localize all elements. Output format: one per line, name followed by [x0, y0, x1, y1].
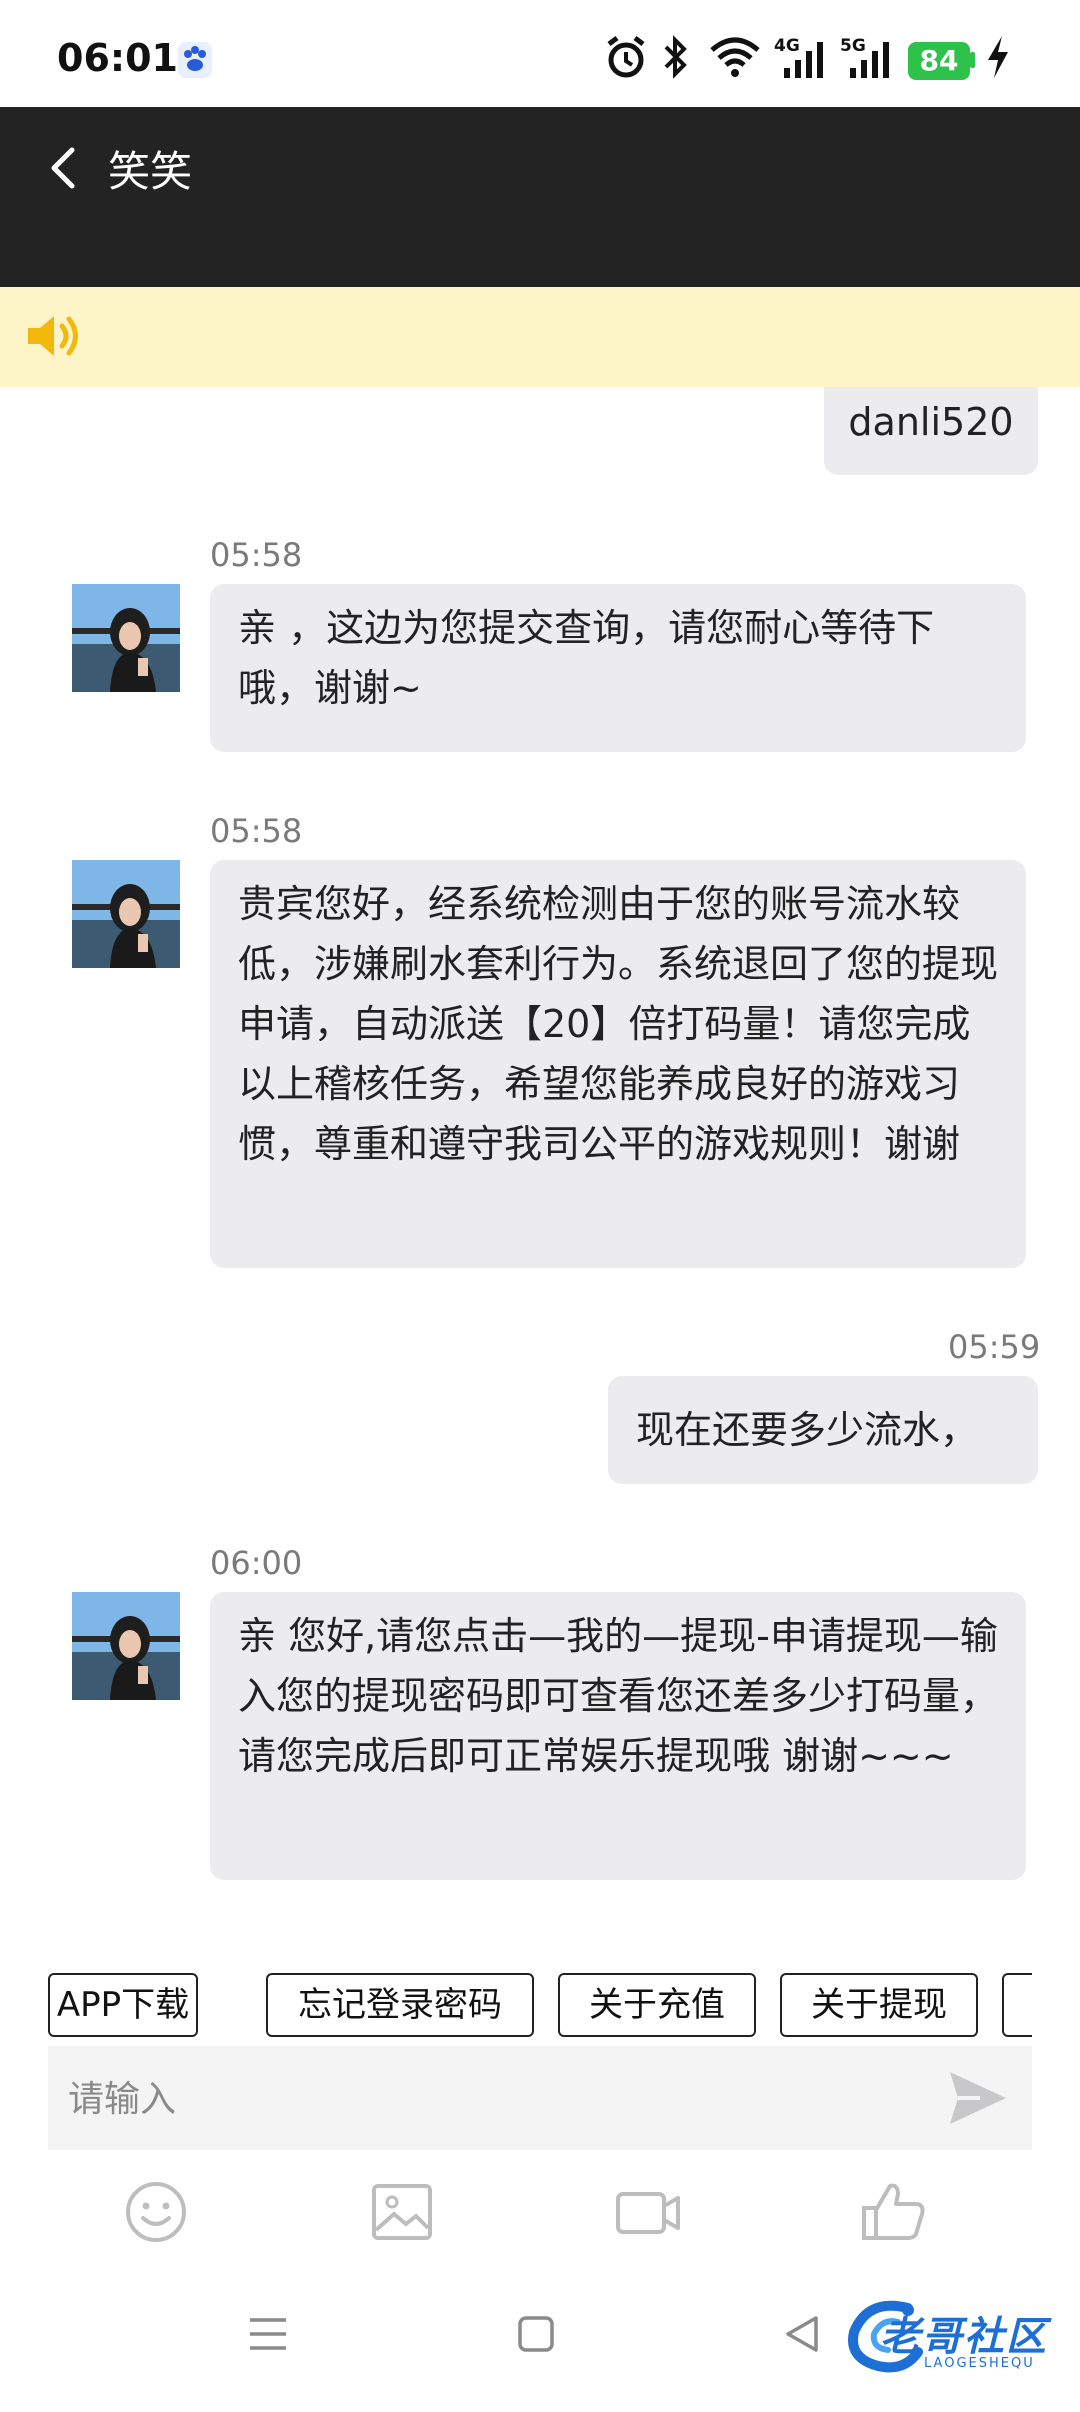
signal-4g-icon: [784, 42, 823, 78]
chat-title: 笑笑: [108, 147, 193, 196]
watermark-subtext: LAOGESHEQU: [924, 2356, 1035, 2371]
charging-icon: [988, 36, 1008, 78]
message-time: 06:00: [210, 1544, 303, 1582]
quick-reply-app-download[interactable]: APP下载: [48, 1973, 198, 2037]
agent-avatar[interactable]: [72, 860, 180, 968]
received-message-bubble[interactable]: 亲 ，这边为您提交查询，请您耐心等待下哦，谢谢~: [210, 584, 1026, 752]
quick-reply-forgot-password[interactable]: 忘记登录密码: [266, 1973, 534, 2037]
battery-tip: [970, 52, 975, 68]
quick-reply-deposit[interactable]: 关于充值: [558, 1973, 756, 2037]
send-icon[interactable]: [946, 2066, 1010, 2130]
thumbs-up-icon[interactable]: [854, 2172, 934, 2252]
alarm-icon: [607, 36, 645, 78]
nav-back-icon[interactable]: [780, 2312, 824, 2356]
avatar-photo: [72, 584, 180, 692]
home-icon[interactable]: [514, 2312, 558, 2356]
menu-icon[interactable]: [246, 2312, 290, 2356]
emoji-icon[interactable]: [116, 2172, 196, 2252]
signal-5g-icon: [850, 42, 889, 78]
quick-reply-withdraw[interactable]: 关于提现: [780, 1973, 978, 2037]
speaker-icon: [28, 316, 78, 356]
message-input[interactable]: [66, 2066, 930, 2132]
received-message-bubble[interactable]: 亲 您好,请您点击—我的—提现-申请提现—输入您的提现密码即可查看您还差多少打码…: [210, 1592, 1026, 1880]
video-icon[interactable]: [608, 2172, 688, 2252]
agent-avatar[interactable]: [72, 584, 180, 692]
battery-level: 84: [908, 42, 970, 80]
notice-bar[interactable]: [0, 287, 1080, 387]
sent-message-bubble[interactable]: 现在还要多少流水，: [608, 1376, 1038, 1484]
image-icon[interactable]: [362, 2172, 442, 2252]
bluetooth-icon: [664, 35, 687, 79]
message-time: 05:58: [210, 536, 303, 574]
avatar-photo: [72, 860, 180, 968]
status-time: 06:01: [57, 36, 178, 80]
wifi-icon: [710, 37, 760, 77]
baidu-app-icon: [178, 42, 212, 78]
received-message-bubble[interactable]: 贵宾您好，经系统检测由于您的账号流水较低，涉嫌刷水套利行为。系统退回了您的提现申…: [210, 860, 1026, 1268]
message-time: 05:59: [948, 1328, 1041, 1366]
agent-avatar[interactable]: [72, 1592, 180, 1700]
message-time: 05:58: [210, 812, 303, 850]
sent-message-bubble[interactable]: danli520: [824, 387, 1038, 475]
watermark-text: 老哥社区: [880, 2314, 1048, 2360]
back-arrow-icon[interactable]: [40, 138, 90, 198]
avatar-photo: [72, 1592, 180, 1700]
quick-reply-more[interactable]: [1002, 1973, 1032, 2037]
